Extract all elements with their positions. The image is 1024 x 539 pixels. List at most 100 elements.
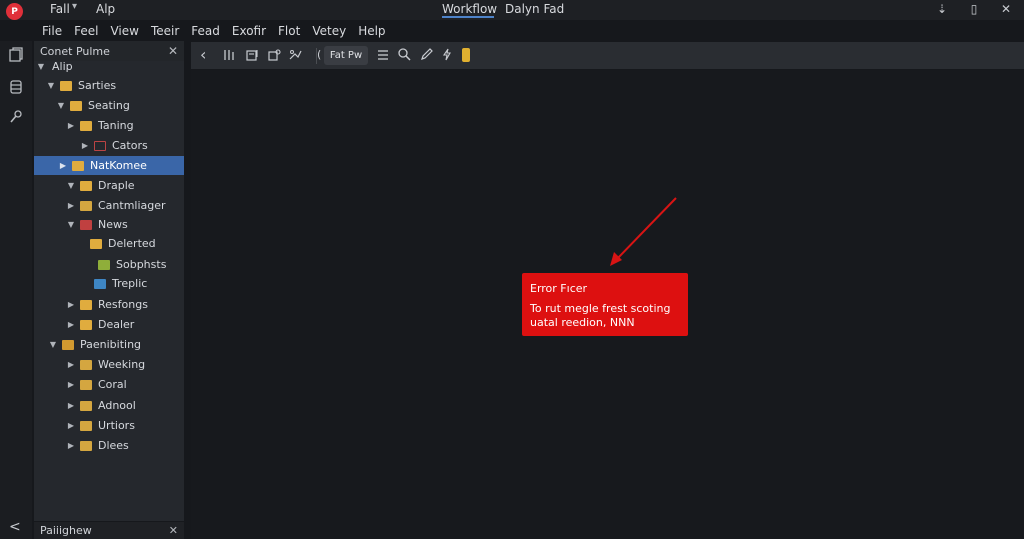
chevron-right-icon[interactable]: ▶	[66, 441, 76, 450]
close-window-button[interactable]: ✕	[996, 2, 1016, 16]
chevron-right-icon[interactable]: ▶	[66, 401, 76, 410]
folder-open-icon	[62, 339, 74, 350]
tree-item-alip[interactable]: ▼ Alip	[34, 57, 184, 76]
tree-item-weeking[interactable]: ▶ Weeking	[34, 355, 184, 374]
chevron-right-icon[interactable]: ▶	[66, 380, 76, 389]
search-icon[interactable]	[398, 48, 411, 61]
chevron-down-icon[interactable]: ▼	[66, 181, 76, 190]
tree-item-label: Delerted	[108, 237, 156, 250]
folder-icon	[60, 80, 72, 91]
database-icon[interactable]	[8, 79, 24, 95]
chevron-right-icon[interactable]: ▶	[80, 141, 90, 150]
tree-item-delerted[interactable]: Delerted	[34, 234, 184, 253]
tree-item-label: Cantmliager	[98, 199, 166, 212]
tree-item-dlees[interactable]: ▶ Dlees	[34, 436, 184, 455]
tree-item-cantmliager[interactable]: ▶ Cantmliager	[34, 196, 184, 215]
minimize-button[interactable]: ⇣	[932, 2, 952, 16]
settings-icon[interactable]	[268, 49, 281, 61]
chevron-down-icon[interactable]: ▼	[48, 340, 58, 349]
menu-exofir[interactable]: Exofir	[226, 24, 272, 38]
menu-icon[interactable]	[377, 49, 389, 61]
title-bar: P Fall ▾ Alp Workflow Dalyn Fad ⇣ ▯ ✕	[0, 0, 1024, 20]
chevron-down-icon[interactable]: ▼	[36, 62, 46, 71]
tree-item-treplic[interactable]: Treplic	[34, 274, 184, 293]
chevron-right-icon[interactable]: ▶	[66, 300, 76, 309]
chevron-down-icon[interactable]: ▼	[56, 101, 66, 110]
tree-item-label: Taning	[98, 119, 134, 132]
tree-item-label: Draple	[98, 179, 135, 192]
chevron-right-icon[interactable]: ▶	[66, 201, 76, 210]
tree-item-cators[interactable]: ▶ Cators	[34, 136, 184, 155]
chevron-right-icon[interactable]: ▶	[58, 161, 68, 170]
back-button[interactable]: ‹	[200, 45, 206, 64]
error-title: Error Fıcer	[530, 282, 588, 295]
app-name[interactable]: Alp	[96, 2, 115, 16]
tools-icon[interactable]	[8, 109, 24, 125]
format-dropdown[interactable]: Fat Pw	[324, 46, 368, 65]
chevron-down-icon[interactable]: ▾	[72, 1, 77, 12]
bottom-panel-close-button[interactable]: ✕	[169, 524, 178, 537]
pencil-icon[interactable]	[420, 48, 433, 61]
error-popup[interactable]: Error Fıcer To rut megle frest scoting u…	[522, 273, 688, 336]
explorer-sidebar: Conet Pulme ✕ ▼ Alip ▼ Sarties ▼ Seating…	[34, 41, 184, 521]
tree-item-adnool[interactable]: ▶ Adnool	[34, 396, 184, 415]
chevron-right-icon[interactable]: ▶	[66, 320, 76, 329]
tree-item-taning[interactable]: ▶ Taning	[34, 116, 184, 135]
tree-item-coral[interactable]: ▶ Coral	[34, 375, 184, 394]
tree-item-paenibiting[interactable]: ▼ Paenibiting	[34, 335, 184, 354]
collapse-sidebar-icon[interactable]: <	[9, 519, 21, 535]
file-icon	[80, 400, 92, 411]
tree-item-dealer[interactable]: ▶ Dealer	[34, 315, 184, 334]
tree-item-natkomee[interactable]: ▶ NatKomee	[34, 156, 184, 175]
tree-item-resfongs[interactable]: ▶ Resfongs	[34, 295, 184, 314]
menu-feel[interactable]: Feel	[68, 24, 104, 38]
share-icon[interactable]	[289, 49, 302, 61]
columns-icon[interactable]	[223, 49, 235, 61]
menu-vetey[interactable]: Vetey	[306, 24, 352, 38]
tree-item-draple[interactable]: ▼ Draple	[34, 176, 184, 195]
folder-icon	[80, 319, 92, 330]
annotation-arrow-icon	[610, 197, 677, 266]
sidebar-close-button[interactable]: ✕	[168, 44, 178, 58]
sidebar-title: Conet Pulme	[40, 44, 110, 58]
file-icon	[94, 278, 106, 289]
tree-item-sarties[interactable]: ▼ Sarties	[34, 76, 184, 95]
activity-bar: <	[0, 41, 32, 539]
chevron-right-icon[interactable]: ▶	[66, 421, 76, 430]
save-icon[interactable]	[246, 49, 259, 61]
bottom-panel-title[interactable]: Paiiighew	[40, 524, 92, 537]
tree-item-label: Dealer	[98, 318, 135, 331]
file-menu-dropdown[interactable]: Fall	[50, 2, 70, 16]
tree-item-urtiors[interactable]: ▶ Urtiors	[34, 416, 184, 435]
tree-item-label: Seating	[88, 99, 130, 112]
menu-flot[interactable]: Flot	[272, 24, 306, 38]
chevron-right-icon[interactable]: ▶	[66, 360, 76, 369]
tree-item-seating[interactable]: ▼ Seating	[34, 96, 184, 115]
chevron-right-icon[interactable]: ▶	[66, 121, 76, 130]
folder-icon	[70, 100, 82, 111]
menu-fead[interactable]: Fead	[185, 24, 226, 38]
folder-icon	[80, 180, 92, 191]
tree-item-label: Paenibiting	[80, 338, 142, 351]
menu-file[interactable]: File	[36, 24, 68, 38]
menu-teeir[interactable]: Teeir	[145, 24, 185, 38]
tab-workflow[interactable]: Workflow	[442, 2, 497, 16]
chevron-down-icon[interactable]: ▼	[66, 220, 76, 229]
active-tab-indicator	[442, 16, 494, 18]
editor-toolbar: ‹ ( Fat Pw	[191, 42, 1024, 69]
battery-icon[interactable]	[462, 48, 470, 62]
menu-bar: File Feel View Teeir Fead Exofir Flot Ve…	[36, 21, 1024, 41]
tree-item-label: Alip	[52, 60, 73, 73]
tree-item-sobphsts[interactable]: Sobphsts	[34, 255, 184, 274]
maximize-button[interactable]: ▯	[964, 2, 984, 16]
menu-help[interactable]: Help	[352, 24, 391, 38]
menu-view[interactable]: View	[104, 24, 144, 38]
explorer-icon[interactable]	[8, 47, 24, 63]
file-icon	[80, 420, 92, 431]
tree-item-label: NatKomee	[90, 159, 147, 172]
lightning-icon[interactable]	[442, 48, 452, 61]
file-icon	[98, 259, 110, 270]
app-logo-icon[interactable]: P	[6, 3, 23, 20]
chevron-down-icon[interactable]: ▼	[46, 81, 56, 90]
tree-item-news[interactable]: ▼ News	[34, 215, 184, 234]
